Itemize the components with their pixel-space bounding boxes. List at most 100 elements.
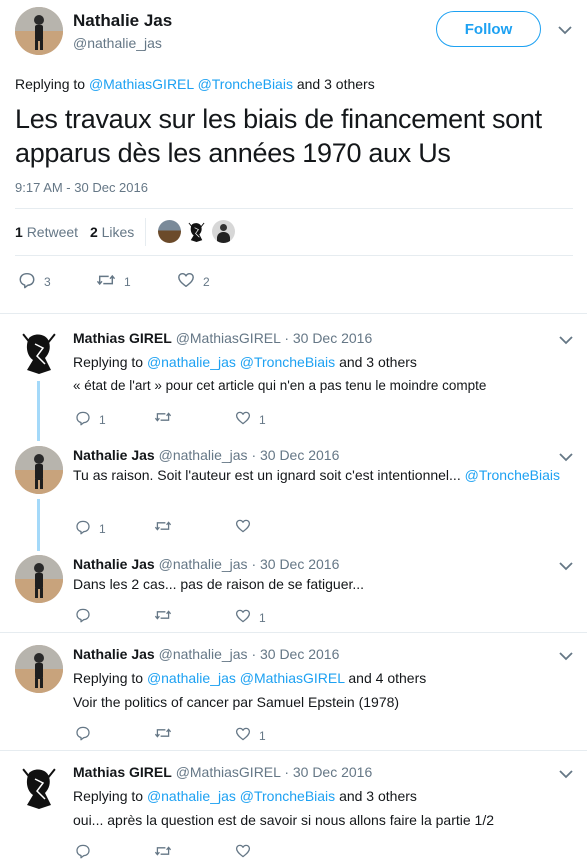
heart-icon (235, 843, 251, 859)
divider (15, 255, 573, 256)
retweet-button[interactable] (154, 725, 172, 741)
mention-link[interactable]: @MathiasGIREL (89, 76, 194, 92)
like-count: 1 (259, 611, 266, 625)
retweet-icon (154, 607, 172, 623)
replying-suffix[interactable]: and 3 others (339, 788, 417, 804)
like-button[interactable]: 1 (235, 725, 266, 743)
like-button[interactable]: 1 (235, 409, 266, 427)
thread-line (37, 381, 40, 441)
tweet-header: Nathalie Jas @nathalie_jas · 30 Dec 2016 (73, 446, 339, 464)
replying-to: Replying to @nathalie_jas @TroncheBiais … (73, 787, 417, 805)
timestamp[interactable]: 9:17 AM - 30 Dec 2016 (15, 180, 148, 195)
replying-suffix[interactable]: and 4 others (348, 670, 426, 686)
retweet-button[interactable] (154, 518, 172, 534)
retweet-label[interactable]: Retweet (27, 224, 78, 240)
likes-label[interactable]: Likes (102, 224, 135, 240)
tweet-header: Nathalie Jas @nathalie_jas · 30 Dec 2016 (73, 645, 339, 663)
author-name[interactable]: Nathalie Jas (73, 447, 155, 463)
divider (0, 313, 587, 314)
author-name[interactable]: Nathalie Jas (73, 646, 155, 662)
mention-link[interactable]: @TroncheBiais (240, 788, 335, 804)
author-handle[interactable]: @nathalie_jas (159, 447, 248, 463)
tweet-date[interactable]: · 30 Dec 2016 (284, 764, 372, 780)
chevron-down-icon[interactable] (558, 560, 574, 572)
author-name[interactable]: Nathalie Jas (73, 556, 155, 572)
reply-count: 1 (99, 522, 106, 536)
chevron-down-icon[interactable] (557, 24, 573, 36)
reply-icon (75, 519, 91, 535)
avatar-image (15, 555, 63, 603)
retweet-icon (154, 843, 172, 859)
divider (0, 750, 587, 751)
reply-button[interactable]: 3 (18, 271, 51, 289)
like-button[interactable]: 1 (235, 607, 266, 625)
tweet-header: Nathalie Jas @nathalie_jas · 30 Dec 2016 (73, 555, 339, 573)
mention-link[interactable]: @TroncheBiais (465, 467, 560, 483)
author-handle[interactable]: @nathalie_jas (159, 646, 248, 662)
retweet-icon (154, 725, 172, 741)
tweet-date[interactable]: · 30 Dec 2016 (251, 646, 339, 662)
author-name[interactable]: Nathalie Jas (73, 11, 172, 31)
heart-icon (235, 608, 251, 624)
reply-button[interactable] (75, 843, 91, 859)
divider (0, 632, 587, 633)
like-button[interactable] (235, 518, 251, 534)
replying-suffix[interactable]: and 3 others (339, 354, 417, 370)
avatar[interactable] (15, 555, 63, 603)
mention-link[interactable]: @TroncheBiais (198, 76, 293, 92)
avatar[interactable] (15, 763, 63, 811)
avatar-image (15, 446, 63, 494)
avatar-image (15, 328, 63, 376)
retweet-icon (96, 271, 116, 289)
author-handle[interactable]: @nathalie_jas (159, 556, 248, 572)
author-name[interactable]: Mathias GIREL (73, 330, 172, 346)
chevron-down-icon[interactable] (558, 451, 574, 463)
avatar[interactable] (15, 328, 63, 376)
retweet-button[interactable] (154, 409, 172, 425)
avatar[interactable] (15, 446, 63, 494)
author-name[interactable]: Mathias GIREL (73, 764, 172, 780)
replying-to: Replying to @nathalie_jas @TroncheBiais … (73, 353, 417, 371)
avatar[interactable] (15, 645, 63, 693)
mention-link[interactable]: @MathiasGIREL (240, 670, 345, 686)
mention-link[interactable]: @TroncheBiais (240, 354, 335, 370)
reply-button[interactable] (75, 607, 91, 623)
liker-avatar[interactable] (158, 220, 181, 243)
avatar[interactable] (15, 7, 63, 55)
reply-button[interactable]: 1 (75, 518, 106, 536)
follow-button[interactable]: Follow (436, 11, 541, 47)
tweet-text: « état de l'art » pour cet article qui n… (73, 378, 487, 393)
liker-avatar[interactable] (185, 220, 208, 243)
tweet-date[interactable]: · 30 Dec 2016 (284, 330, 372, 346)
mention-link[interactable]: @nathalie_jas (147, 670, 236, 686)
retweet-button[interactable] (154, 843, 172, 859)
like-button[interactable] (235, 843, 251, 859)
likes-count[interactable]: 2 (90, 224, 98, 240)
chevron-down-icon[interactable] (558, 334, 574, 346)
retweet-count[interactable]: 1 (15, 224, 23, 240)
tweet-date[interactable]: · 30 Dec 2016 (251, 556, 339, 572)
tweet-stats: 1 Retweet 2 Likes (15, 224, 134, 240)
tweet-header: Mathias GIREL @MathiasGIREL · 30 Dec 201… (73, 329, 372, 347)
mention-link[interactable]: @nathalie_jas (147, 788, 236, 804)
mention-link[interactable]: @nathalie_jas (147, 354, 236, 370)
tweet-text-line: Les travaux sur les biais de financement… (15, 104, 542, 134)
chevron-down-icon[interactable] (558, 768, 574, 780)
retweet-button[interactable]: 1 (96, 271, 131, 289)
author-handle[interactable]: @MathiasGIREL (176, 330, 281, 346)
like-button[interactable]: 2 (177, 271, 210, 289)
thread-line (37, 499, 40, 551)
reply-button[interactable] (75, 725, 91, 741)
avatar-image (15, 7, 63, 55)
replying-to: Replying to @nathalie_jas @MathiasGIREL … (73, 669, 426, 687)
author-handle[interactable]: @MathiasGIREL (176, 764, 281, 780)
retweet-icon (154, 409, 172, 425)
author-handle[interactable]: @nathalie_jas (73, 35, 162, 51)
tweet-date[interactable]: · 30 Dec 2016 (251, 447, 339, 463)
heart-icon (235, 410, 251, 426)
retweet-button[interactable] (154, 607, 172, 623)
reply-button[interactable]: 1 (75, 409, 106, 427)
chevron-down-icon[interactable] (558, 650, 574, 662)
liker-avatar[interactable] (212, 220, 235, 243)
replying-suffix[interactable]: and 3 others (297, 76, 375, 92)
